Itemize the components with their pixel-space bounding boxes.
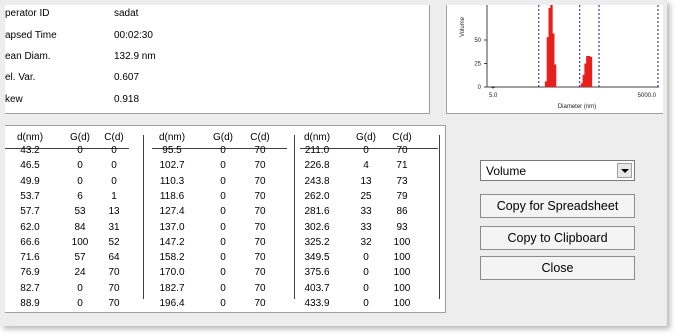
- table-cell: 158.2: [159, 252, 185, 264]
- results-dialog: perator ID sadat apsed Time 00:02:30 ean Dia…: [0, 0, 667, 326]
- table-cell: 100: [393, 267, 411, 279]
- table-cell: 70: [108, 282, 120, 294]
- size-distribution-graph: 50 25 0 Volume 5.0 5000.0 Diameter (nm) +: [446, 5, 663, 114]
- summary-value: 0.607: [114, 72, 140, 83]
- table-cell: 82.7: [20, 282, 40, 294]
- table-cell: 70: [254, 252, 266, 264]
- x-axis-label: Diameter (nm): [558, 104, 596, 110]
- table-cell: 127.4: [159, 206, 185, 218]
- table-cell: 71: [396, 160, 408, 172]
- table-cell: 170.0: [159, 267, 185, 279]
- y-tick-label: 0: [478, 85, 482, 91]
- table-cell: 147.2: [159, 236, 185, 248]
- table-cell: 43.2: [20, 145, 40, 156]
- table-cell: 375.6: [304, 267, 330, 279]
- table-cell: 70: [108, 267, 120, 279]
- table-cell: 70: [254, 282, 266, 294]
- table-cell: 70: [254, 175, 266, 187]
- table-cell: 62.0: [20, 221, 40, 233]
- table-cell: 211.0: [304, 145, 330, 156]
- x-tick-label: 5000.0: [638, 93, 657, 99]
- copy-for-spreadsheet-button[interactable]: Copy for Spreadsheet: [480, 194, 635, 218]
- summary-value: 00:02:30: [114, 30, 153, 41]
- y-axis-label: Volume: [460, 16, 466, 37]
- table-cell: 281.6: [304, 206, 330, 218]
- distribution-type-select[interactable]: Volume: [480, 160, 635, 181]
- table-cell: 0: [111, 175, 117, 187]
- table-cell: 64: [108, 252, 120, 264]
- table-cell: 71.6: [20, 252, 40, 264]
- table-cell: 1: [111, 190, 117, 202]
- table-cell: 70: [254, 221, 266, 233]
- y-tick-label: 50: [474, 38, 481, 44]
- table-cell: 31: [108, 221, 120, 233]
- summary-label: kew: [5, 94, 23, 105]
- copy-to-clipboard-button[interactable]: Copy to Clipboard: [480, 226, 635, 250]
- table-cell: 0: [111, 145, 117, 156]
- table-cell: 70: [108, 298, 120, 309]
- table-cell: 70: [254, 145, 266, 156]
- summary-label: el. Var.: [5, 72, 36, 83]
- summary-panel: perator ID sadat apsed Time 00:02:30 ean Dia…: [5, 5, 430, 114]
- table-cell: 49.9: [20, 175, 40, 187]
- table-cell: 73: [396, 175, 408, 187]
- column-group-separator: [143, 135, 144, 299]
- table-cell: 243.8: [304, 175, 330, 187]
- summary-label: apsed Time: [5, 30, 57, 41]
- table-cell: 433.9: [304, 298, 330, 309]
- table-cell: 46.5: [20, 160, 40, 172]
- table-cell: 13: [108, 206, 120, 218]
- table-cell: 70: [254, 298, 266, 309]
- summary-value: sadat: [114, 8, 139, 19]
- table-cell: 403.7: [304, 282, 330, 294]
- table-cell: 57.7: [20, 206, 40, 218]
- table-cell: 182.7: [159, 282, 185, 294]
- table-cell: 95.5: [162, 145, 182, 156]
- table-cell: 93: [396, 221, 408, 233]
- table-cell: 100: [393, 252, 411, 264]
- summary-label: ean Diam.: [5, 51, 51, 62]
- table-cell: 52: [108, 236, 120, 248]
- table-cell: 226.8: [304, 160, 330, 172]
- baseline-marker: +: [491, 85, 495, 92]
- table-cell: 53.7: [20, 190, 40, 202]
- table-cell: 70: [254, 190, 266, 202]
- table-cell: 110.3: [159, 175, 185, 187]
- chevron-down-icon[interactable]: [617, 163, 632, 178]
- y-tick-label: 25: [474, 62, 481, 68]
- close-button[interactable]: Close: [480, 256, 635, 280]
- histogram-bar: [589, 56, 593, 87]
- results-table: d(nm) G(d) C(d) d(nm) G(d) C(d) d(nm) G(d) C(d) 4…: [5, 125, 446, 313]
- distribution-chart: 50 25 0 Volume 5.0 5000.0 Diameter (nm) +: [460, 5, 659, 110]
- table-cell: 70: [254, 267, 266, 279]
- table-cell: 100: [393, 236, 411, 248]
- column-group-separator: [439, 135, 440, 299]
- table-cell: 86: [396, 206, 408, 218]
- table-cell: 70: [254, 160, 266, 172]
- table-cell: 196.4: [159, 298, 185, 309]
- summary-label: perator ID: [5, 8, 50, 19]
- summary-value: 0.918: [114, 94, 140, 105]
- distribution-type-value: Volume: [486, 164, 527, 178]
- table-cell: 70: [254, 236, 266, 248]
- table-cell: 76.9: [20, 267, 40, 279]
- table-cell: 100: [393, 298, 411, 309]
- table-cell: 118.6: [159, 190, 185, 202]
- table-cell: 100: [393, 282, 411, 294]
- table-cell: 137.0: [159, 221, 185, 233]
- table-cell: 102.7: [159, 160, 185, 172]
- table-cell: 262.0: [304, 190, 330, 202]
- table-cell: 0: [111, 160, 117, 172]
- table-cell: 79: [396, 190, 408, 202]
- table-cell: 88.9: [20, 298, 40, 309]
- table-cell: 349.5: [304, 252, 330, 264]
- table-cell: 325.2: [304, 236, 330, 248]
- table-cell: 70: [254, 206, 266, 218]
- x-tick-label: 5.0: [489, 93, 498, 99]
- summary-value: 132.9 nm: [114, 51, 156, 62]
- histogram-bar: [553, 64, 557, 87]
- table-cell: 66.6: [20, 236, 40, 248]
- table-cell: 70: [396, 145, 408, 156]
- table-cell: 302.6: [304, 221, 330, 233]
